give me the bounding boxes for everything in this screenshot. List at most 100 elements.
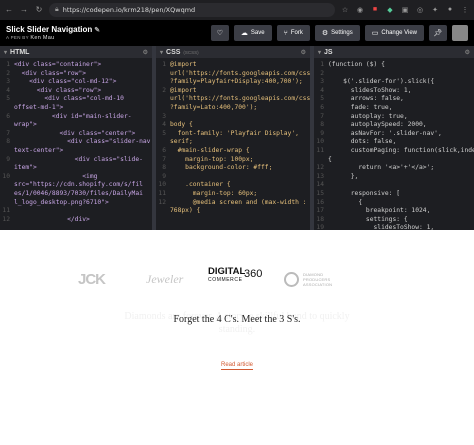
code-line[interactable]: 768px) { (156, 207, 310, 216)
code-line[interactable]: 10 dots: false, (314, 138, 474, 147)
code-line[interactable]: { (314, 156, 474, 165)
chevron-down-icon[interactable]: ▾ (318, 49, 321, 56)
reload-icon[interactable]: ↻ (34, 5, 44, 15)
code-line[interactable]: 7 autoplay: true, (314, 113, 474, 122)
code-line[interactable]: es/1/0046/8893/7030/files/DailyMai (0, 190, 152, 199)
diamond-association-logo[interactable]: DIAMOND PRODUCERS ASSOCIATION (284, 268, 332, 290)
code-line[interactable]: 5 <div class="col-md-10 (0, 95, 152, 104)
code-line[interactable]: l_logo_desktop.png?6710"> (0, 199, 152, 208)
code-line[interactable]: 3 <div class="col-md-12"> (0, 78, 152, 87)
read-article-link[interactable]: Read article (0, 362, 474, 370)
code-line[interactable]: 10 <img (0, 173, 152, 182)
arrow-left-icon[interactable]: ← (4, 5, 14, 15)
code-line[interactable]: 12 return '<a>'+'</a>'; (314, 164, 474, 173)
js-editor[interactable]: ▾ JS ⚙ 1 (function ($) {2 3 $('.slider-for… (314, 46, 474, 233)
code-line[interactable]: 11 (0, 207, 152, 216)
code-line[interactable]: 13 }, (314, 173, 474, 182)
extension-icon[interactable]: ▣ (400, 6, 410, 14)
code-line[interactable]: 2 (314, 70, 474, 79)
code-line[interactable]: 6 fade: true, (314, 104, 474, 113)
change-view-button[interactable]: ▭ Change View (364, 25, 424, 41)
code-line[interactable]: 16 { (314, 199, 474, 208)
fork-button[interactable]: ⑂ Fork (276, 25, 310, 41)
extension-icon[interactable]: ■ (370, 6, 380, 14)
digital-commerce-logo[interactable]: DIGITAL COMMERCE 360 (208, 267, 262, 290)
gear-icon[interactable]: ⚙ (465, 49, 470, 56)
code-line[interactable]: 14 (314, 181, 474, 190)
code-line[interactable]: 4 <div class="row"> (0, 87, 152, 96)
code-line[interactable]: ?family=Playfair+Display:400,700'); (156, 78, 310, 87)
jck-logo[interactable]: JCK (78, 268, 106, 290)
gear-icon[interactable]: ⚙ (301, 49, 306, 56)
code-line[interactable]: 3 (156, 113, 310, 122)
profile-icon[interactable]: ● (445, 6, 455, 14)
code-line[interactable]: text-center"> (0, 147, 152, 156)
code-line[interactable]: 15 responsive: [ (314, 190, 474, 199)
pen-title[interactable]: Slick Slider Navigation ✎ (6, 25, 100, 34)
line-number (314, 156, 324, 165)
code-line[interactable]: 6 #main-slider-wrap { (156, 147, 310, 156)
chevron-down-icon[interactable]: ▾ (4, 49, 7, 56)
avatar[interactable] (452, 25, 468, 41)
settings-button[interactable]: ⚙ Settings (314, 25, 360, 41)
code-line[interactable]: 5 arrows: false, (314, 95, 474, 104)
code-text: { (328, 155, 332, 163)
code-line[interactable]: 17 breakpoint: 1024, (314, 207, 474, 216)
code-line[interactable]: 11 customPaging: function(slick,index) (314, 147, 474, 156)
code-line[interactable]: ?family=Lato:400,700'); (156, 104, 310, 113)
address-bar[interactable]: 🔒︎ https://codepen.io/krm218/pen/XQwqmd (49, 3, 335, 17)
extension-icon[interactable]: ◆ (385, 6, 395, 14)
code-line[interactable]: 8 background-color: #fff; (156, 164, 310, 173)
line-number (156, 78, 166, 87)
code-line[interactable]: wrap"> (0, 121, 152, 130)
code-line[interactable]: url('https://fonts.googleapis.com/css (156, 95, 310, 104)
pencil-icon[interactable]: ✎ (94, 27, 100, 34)
code-line[interactable]: 9 <div class="slide- (0, 156, 152, 165)
code-line[interactable]: 9 (156, 173, 310, 182)
code-line[interactable]: 3 $('.slider-for').slick({ (314, 78, 474, 87)
code-line[interactable]: 6 <div id="main-slider- (0, 113, 152, 122)
star-icon[interactable]: ☆ (340, 6, 350, 14)
pen-author[interactable]: Ken Mau (30, 35, 54, 41)
code-line[interactable]: 1 <div class="container"> (0, 61, 152, 70)
css-code[interactable]: 1 @import url('https://fonts.googleapis.co… (156, 58, 310, 216)
code-line[interactable]: 1 (function ($) { (314, 61, 474, 70)
code-line[interactable]: offset-md-1"> (0, 104, 152, 113)
code-text: responsive: [ (328, 189, 401, 197)
code-line[interactable]: 10 .container { (156, 181, 310, 190)
html-code[interactable]: 1 <div class="container"> 2 <div class="ro… (0, 58, 152, 224)
code-line[interactable]: url('https://fonts.googleapis.com/css (156, 70, 310, 79)
code-line[interactable]: 7 margin-top: 100px; (156, 156, 310, 165)
love-button[interactable]: ♡ (210, 25, 229, 41)
extension-icon[interactable]: ✦ (430, 6, 440, 14)
code-line[interactable]: item"> (0, 164, 152, 173)
code-line[interactable]: 1 @import (156, 61, 310, 70)
save-button[interactable]: ☁ Save (233, 25, 272, 41)
chevron-down-icon[interactable]: ▾ (160, 49, 163, 56)
gear-icon[interactable]: ⚙ (143, 49, 148, 56)
code-line[interactable]: 18 settings: { (314, 216, 474, 225)
html-editor[interactable]: ▾ HTML ⚙ 1 <div class="container"> 2 <div … (0, 46, 156, 230)
code-line[interactable]: 2 <div class="row"> (0, 70, 152, 79)
code-line[interactable]: 8 <div class="slider-nav (0, 138, 152, 147)
code-line[interactable]: 9 asNavFor: '.slider-nav', (314, 130, 474, 139)
js-code[interactable]: 1 (function ($) {2 3 $('.slider-for').slic… (314, 58, 474, 233)
code-line[interactable]: 11 margin-top: 60px; (156, 190, 310, 199)
code-line[interactable]: 7 <div class="center"> (0, 130, 152, 139)
code-line[interactable]: 12 @media screen and (max-width : (156, 199, 310, 208)
code-line[interactable]: serif; (156, 138, 310, 147)
code-line[interactable]: 2 @import (156, 87, 310, 96)
css-editor[interactable]: ▾ CSS (SCSS) ⚙ 1 @import url('https://font… (156, 46, 314, 230)
code-line[interactable]: src="https://cdn.shopify.com/s/fil (0, 181, 152, 190)
jeweler-logo[interactable]: Jeweler (146, 268, 183, 290)
code-line[interactable]: 8 autoplaySpeed: 2000, (314, 121, 474, 130)
code-line[interactable]: 5 font-family: 'Playfair Display', (156, 130, 310, 139)
code-line[interactable]: 12 </div> (0, 216, 152, 225)
extension-icon[interactable]: ◉ (355, 6, 365, 14)
arrow-right-icon[interactable]: → (19, 5, 29, 15)
menu-icon[interactable]: ⋮ (460, 6, 470, 14)
code-line[interactable]: 4 slidesToShow: 1, (314, 87, 474, 96)
code-line[interactable]: 4 body { (156, 121, 310, 130)
extension-icon[interactable]: ◎ (415, 6, 425, 14)
pin-button[interactable]: 📌︎ (429, 25, 447, 41)
